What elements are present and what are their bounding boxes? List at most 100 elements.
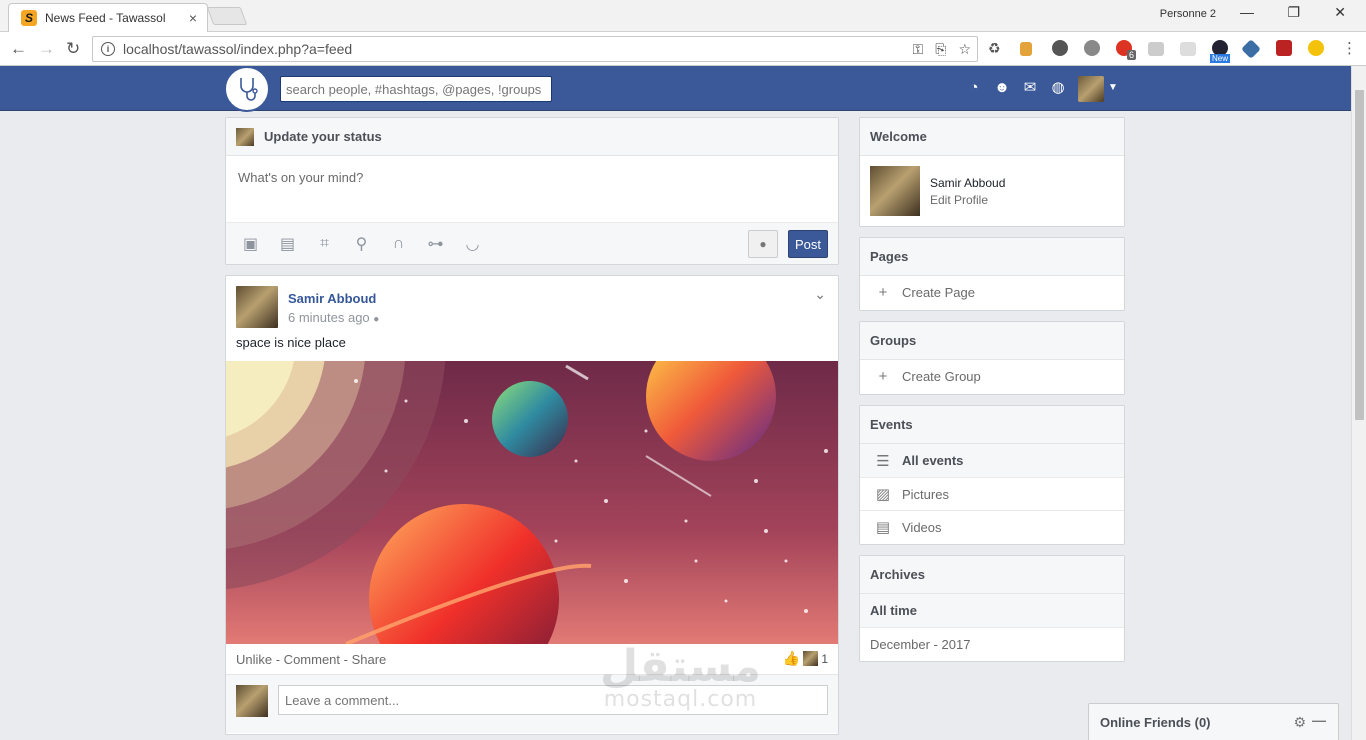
minimize-chat-icon[interactable]: — (1312, 712, 1326, 728)
gear-extension-icon[interactable] (1052, 40, 1068, 56)
events-pictures-link[interactable]: ▨ Pictures (860, 477, 1124, 510)
edit-profile-link[interactable]: Edit Profile (930, 193, 988, 207)
plus-icon: + (878, 284, 888, 301)
camera-extension-icon[interactable] (1180, 42, 1196, 56)
site-info-icon[interactable]: i (101, 42, 115, 56)
reload-icon[interactable]: ↻ (66, 39, 80, 59)
post-button[interactable]: Post (788, 230, 828, 258)
archive-month-link[interactable]: December - 2017 (860, 627, 1124, 660)
location-pin-icon[interactable]: ⚲ (343, 229, 380, 259)
forward-icon[interactable]: → (38, 39, 55, 59)
groups-title-text: Groups (870, 333, 917, 348)
notifications-globe-icon[interactable]: ◍ (1049, 78, 1067, 96)
post-author-name[interactable]: Samir Abboud (288, 291, 376, 306)
user-menu-caret-icon[interactable]: ▼ (1108, 82, 1118, 93)
restore-icon[interactable]: ❐ (1287, 4, 1300, 21)
browser-tab[interactable]: S News Feed - Tawassol × (8, 3, 208, 32)
close-window-icon[interactable]: ✕ (1334, 4, 1346, 21)
game-controller-icon[interactable]: ⊶ (417, 229, 454, 259)
archive-month-label: December - 2017 (870, 636, 971, 652)
url-text: localhost/tawassol/index.php?a=feed (123, 41, 353, 57)
key-icon[interactable]: ⚿ (913, 41, 924, 58)
scrollbar-thumb[interactable] (1355, 90, 1364, 420)
flag-extension-icon[interactable] (1020, 42, 1032, 56)
post-timestamp: 6 minutes ago ● (288, 310, 379, 325)
space-illustration (226, 361, 838, 644)
like-summary[interactable]: 👍 1 (783, 650, 828, 667)
browser-menu-icon[interactable]: ⋮ (1342, 39, 1357, 57)
events-all-link[interactable]: ☰ All events (860, 444, 1124, 477)
status-toolbar: ▣ ▤ ⌗ ⚲ ∩ ⊶ ◡ ● Post (226, 222, 838, 264)
minimize-icon[interactable]: — (1240, 4, 1254, 20)
messages-icon[interactable]: ✉ (1021, 78, 1039, 96)
online-friends-bar[interactable]: Online Friends (0) ⚙ — (1088, 703, 1339, 740)
pages-title-text: Pages (870, 249, 909, 264)
pages-title: Pages (860, 238, 1124, 276)
comment-composer (226, 674, 838, 733)
back-icon[interactable]: ← (10, 39, 27, 59)
headphones-icon[interactable]: ∩ (380, 229, 417, 259)
groups-card: Groups + Create Group (859, 321, 1125, 395)
pdf-extension-icon[interactable] (1276, 40, 1292, 56)
status-textarea[interactable]: What's on your mind? (226, 156, 838, 222)
camera-icon[interactable]: ▣ (232, 229, 269, 259)
recycle-extension-icon[interactable]: ♻ (988, 40, 1006, 58)
post-options-chevron-icon[interactable]: ⌄ (814, 286, 826, 303)
pages-card: Pages + Create Page (859, 237, 1125, 311)
browser-profile[interactable]: Personne 2 (1160, 8, 1216, 20)
user-avatar[interactable] (1078, 76, 1104, 102)
gear-icon[interactable]: ⚙ (1293, 714, 1306, 731)
post-time-text: 6 minutes ago (288, 310, 370, 325)
mail-extension-icon[interactable] (1148, 42, 1164, 56)
archive-all-time-label: All time (870, 603, 917, 618)
archive-all-time-link[interactable]: All time (860, 594, 1124, 627)
bookmark-star-icon[interactable]: ☆ (958, 41, 971, 58)
map-icon[interactable]: ⌗ (306, 229, 343, 259)
composer-avatar (236, 127, 254, 146)
eyedropper-extension-icon[interactable] (1241, 39, 1261, 59)
page-scrollbar[interactable] (1351, 66, 1366, 740)
tab-close-icon[interactable]: × (189, 10, 197, 26)
events-card: Events ☰ All events ▨ Pictures ▤ Videos (859, 405, 1125, 545)
events-pictures-label: Pictures (902, 486, 949, 502)
status-composer-header: Update your status (226, 118, 838, 156)
comment-input[interactable] (278, 685, 828, 715)
post-author-avatar[interactable] (236, 286, 278, 328)
translate-icon[interactable]: ⎘ (935, 41, 946, 58)
privacy-globe-icon: ● (373, 314, 380, 325)
privacy-button[interactable]: ● (748, 230, 778, 258)
welcome-avatar[interactable] (870, 166, 920, 216)
groups-title: Groups (860, 322, 1124, 360)
archives-title: Archives (860, 556, 1124, 594)
post-actions[interactable]: Unlike - Comment - Share (236, 652, 386, 667)
browser-toolbar: ← → ↻ i localhost/tawassol/index.php?a=f… (0, 32, 1366, 66)
welcome-body: Samir Abboud Edit Profile (860, 156, 1124, 226)
welcome-title: Welcome (860, 118, 1124, 156)
address-bar[interactable]: i localhost/tawassol/index.php?a=feed ⚿ … (92, 36, 978, 62)
picture-icon: ▨ (875, 486, 891, 503)
tab-favicon: S (21, 10, 37, 26)
friends-icon[interactable]: ☻ (993, 78, 1011, 96)
create-group-link[interactable]: + Create Group (860, 360, 1124, 393)
search-input[interactable] (280, 76, 552, 102)
post-image[interactable] (226, 361, 838, 644)
dashboard-icon[interactable]: ◔ (965, 78, 983, 96)
create-page-link[interactable]: + Create Page (860, 276, 1124, 309)
crescent-extension-icon[interactable] (1308, 40, 1324, 56)
new-tab-button[interactable] (206, 7, 248, 25)
welcome-name[interactable]: Samir Abboud (930, 176, 1005, 190)
events-videos-link[interactable]: ▤ Videos (860, 510, 1124, 543)
video-icon[interactable]: ▤ (269, 229, 306, 259)
bowl-icon[interactable]: ◡ (454, 229, 491, 259)
thumbs-up-icon: 👍 (782, 650, 801, 666)
create-page-label: Create Page (902, 285, 975, 300)
site-logo[interactable] (224, 66, 270, 112)
cloud-extension-icon[interactable] (1084, 40, 1100, 56)
status-composer: Update your status What's on your mind? … (225, 117, 839, 265)
archives-title-text: Archives (870, 567, 925, 582)
events-all-label: All events (902, 453, 964, 468)
extension-badge: 6 (1127, 50, 1137, 60)
events-videos-label: Videos (902, 519, 942, 535)
create-group-label: Create Group (902, 369, 981, 384)
online-friends-label: Online Friends (0) (1100, 714, 1211, 730)
